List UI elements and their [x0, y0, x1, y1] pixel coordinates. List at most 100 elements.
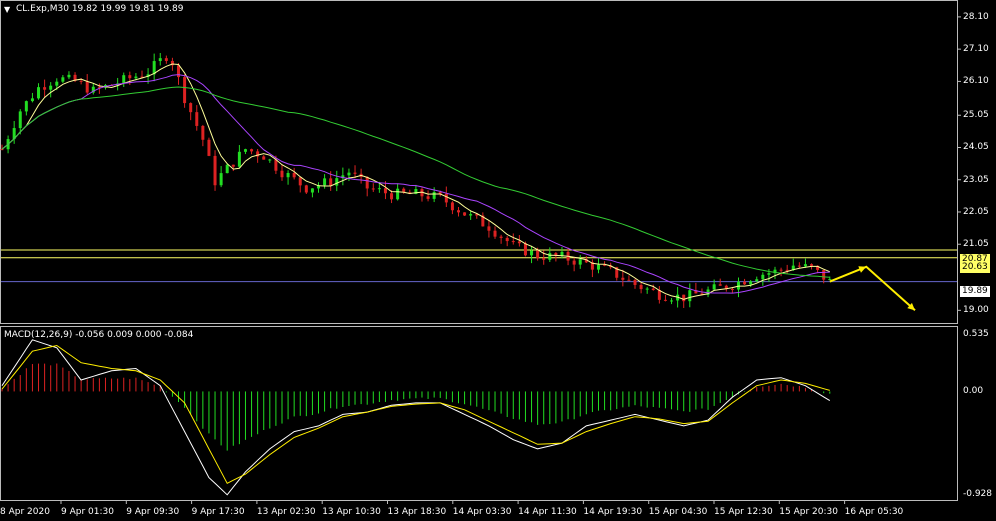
candle-body: [572, 260, 576, 265]
candle-body: [67, 74, 71, 78]
chart-canvas[interactable]: [0, 0, 996, 521]
candle-body: [779, 269, 783, 271]
candle-body: [438, 192, 442, 194]
candle-body: [712, 284, 716, 290]
candle-body: [268, 159, 272, 161]
candle-body: [682, 294, 686, 302]
time-tick-label: 9 Apr 01:30: [61, 507, 114, 517]
candle-body: [304, 185, 308, 193]
candle-body: [85, 81, 89, 93]
time-tick-label: 13 Apr 10:30: [322, 507, 381, 517]
candle-body: [444, 193, 448, 203]
price-tick-label: 27.10: [963, 44, 989, 55]
chart-window: ▼ CL.Exp,M30 19.82 19.99 19.81 19.89 MAC…: [0, 0, 996, 521]
candle-body: [55, 81, 59, 86]
candle-body: [335, 178, 339, 186]
candle-body: [371, 188, 375, 190]
candle-body: [469, 214, 473, 216]
candle-body: [426, 196, 430, 199]
candle-body: [743, 281, 747, 285]
candle-body: [377, 188, 381, 190]
candle-body: [542, 258, 546, 260]
current-price-label: 19.89: [960, 286, 990, 297]
price-tick-label: 21.05: [963, 239, 989, 250]
candle-body: [578, 259, 582, 265]
candle-body: [280, 170, 284, 178]
candle-body: [250, 149, 254, 152]
candle-body: [213, 155, 217, 186]
candle-body: [219, 173, 223, 186]
price-tick-label: 22.05: [963, 206, 989, 217]
candle-body: [627, 279, 631, 281]
time-tick-label: 15 Apr 04:30: [648, 507, 708, 517]
candle-body: [353, 172, 357, 174]
candle-body: [390, 193, 394, 200]
candle-body: [651, 288, 655, 290]
candle-body: [596, 264, 600, 270]
price-tick-label: 23.05: [963, 174, 989, 185]
candle-body: [548, 253, 552, 260]
candle-body: [663, 299, 667, 301]
candle-body: [730, 289, 734, 291]
candle-body: [530, 250, 534, 256]
candle-body: [718, 284, 722, 286]
candle-body: [292, 173, 296, 178]
candle-body: [810, 264, 814, 266]
candle-body: [493, 230, 497, 237]
time-tick-label: 14 Apr 19:30: [583, 507, 643, 517]
candle-body: [207, 139, 211, 156]
candle-body: [457, 210, 460, 213]
candle-body: [61, 77, 65, 82]
candle-body: [347, 172, 351, 176]
candle-body: [128, 75, 132, 79]
candle-body: [645, 288, 649, 290]
candle-body: [158, 58, 162, 62]
time-tick-label: 9 Apr 17:30: [191, 507, 245, 517]
candle-body: [177, 65, 181, 78]
candle-body: [237, 151, 241, 167]
candle-body: [511, 241, 515, 243]
time-tick-label: 8 Apr 2020: [0, 507, 50, 517]
candle-body: [365, 176, 369, 189]
candle-body: [189, 103, 193, 113]
price-tick-label: 19.00: [963, 305, 989, 316]
candle-body: [797, 265, 801, 267]
time-tick-label: 16 Apr 05:30: [844, 507, 904, 517]
candle-body: [523, 243, 527, 256]
candle-body: [274, 159, 278, 171]
macd-axis-zero: 0.00: [963, 386, 984, 396]
candle-body: [755, 279, 759, 282]
time-tick-label: 14 Apr 11:30: [518, 507, 577, 517]
candle-body: [310, 188, 314, 193]
candle-body: [633, 280, 637, 285]
candle-body: [499, 236, 503, 238]
price-tick-label: 24.05: [963, 142, 989, 153]
candle-body: [749, 281, 753, 285]
triangle-down-icon[interactable]: ▼: [4, 4, 10, 15]
candle-body: [688, 290, 692, 302]
candle-body: [49, 85, 53, 90]
candle-body: [134, 76, 138, 79]
time-tick-label: 13 Apr 18:30: [387, 507, 447, 517]
candle-body: [383, 188, 387, 194]
candle-body: [298, 177, 302, 186]
time-tick-label: 15 Apr 12:30: [714, 507, 773, 517]
price-tick-label: 25.05: [963, 110, 989, 121]
candle-body: [396, 188, 400, 200]
candle-body: [761, 274, 765, 280]
candle-body: [225, 164, 229, 174]
candle-body: [536, 250, 540, 259]
candle-body: [323, 178, 327, 186]
candle-body: [639, 284, 643, 290]
candle-body: [803, 264, 807, 267]
candle-body: [487, 226, 491, 231]
candle-body: [37, 87, 41, 99]
candle-body: [517, 241, 521, 244]
candle-body: [822, 269, 826, 280]
price-tick-label: 26.10: [963, 76, 989, 87]
candle-body: [463, 212, 467, 216]
macd-axis-top: 0.535: [963, 329, 989, 339]
candle-body: [43, 87, 47, 90]
candle-body: [450, 202, 454, 211]
candle-body: [183, 77, 187, 104]
